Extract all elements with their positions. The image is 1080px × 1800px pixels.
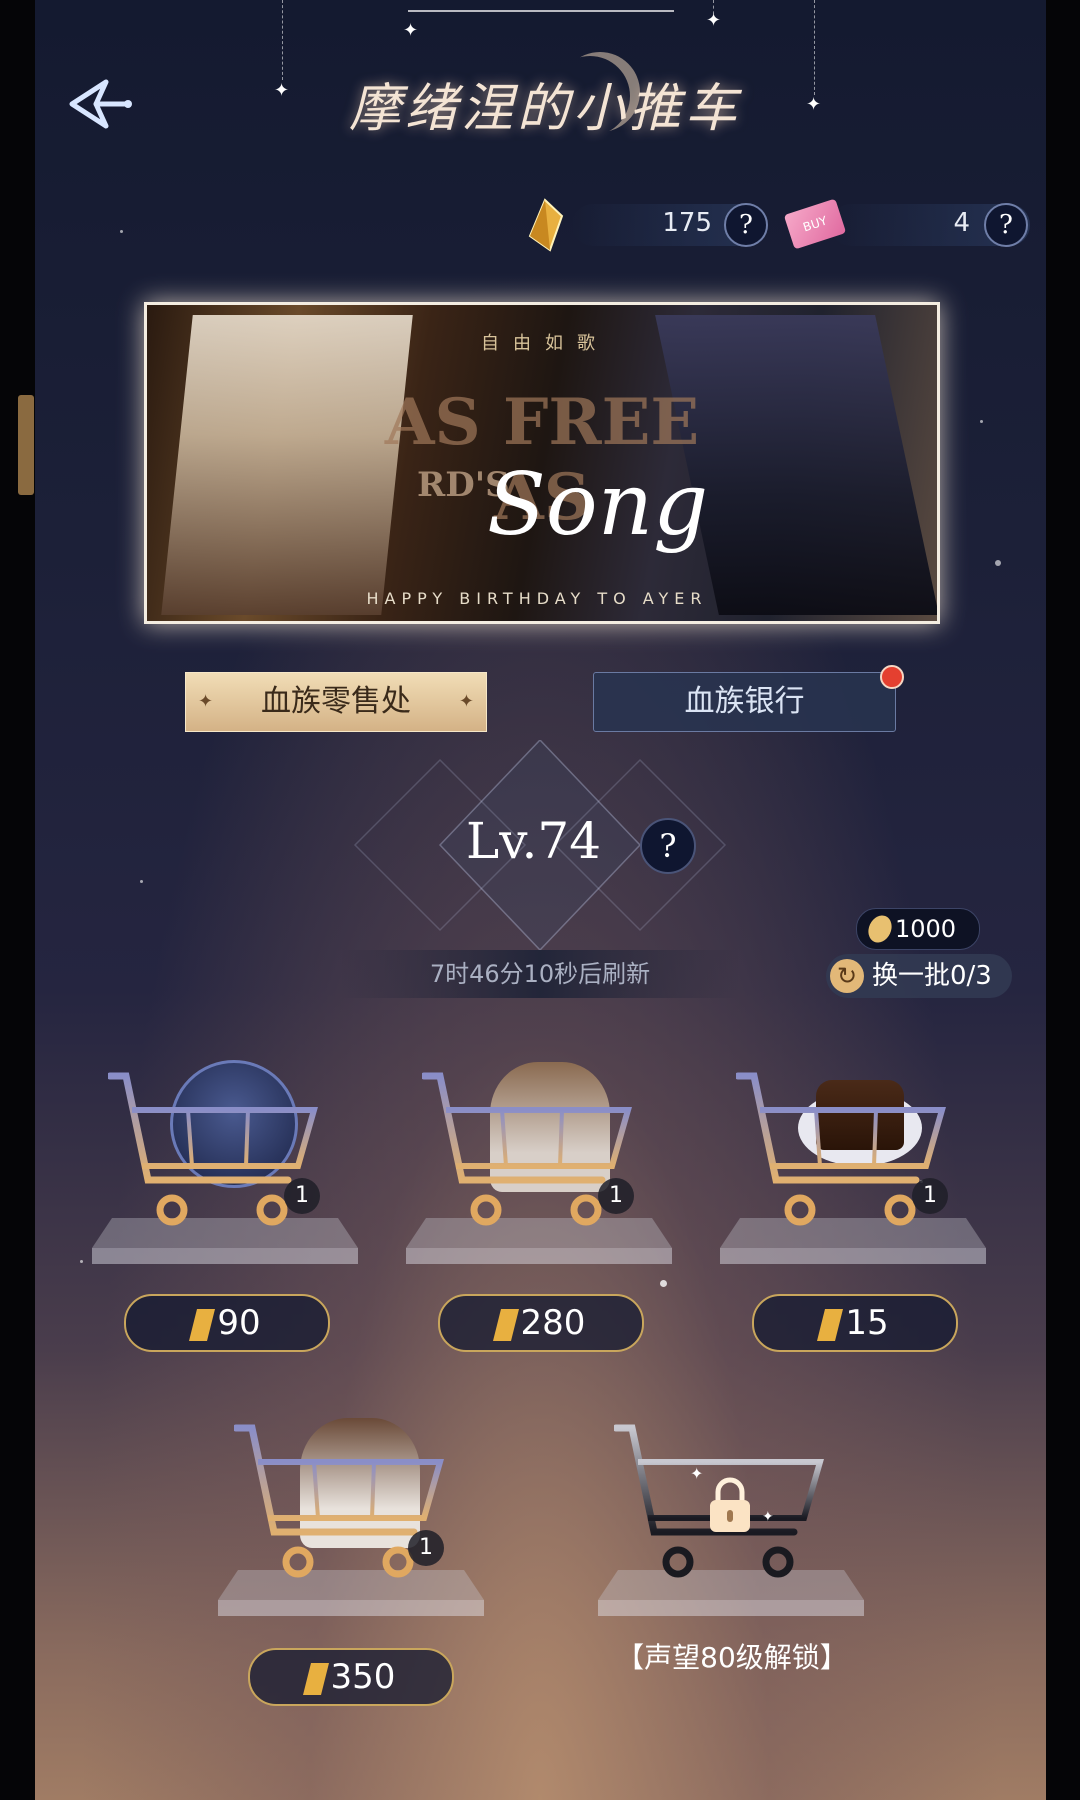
price-button[interactable]: 90 (124, 1294, 330, 1352)
level-help-button[interactable]: ? (640, 818, 696, 874)
item-quantity: 1 (284, 1178, 320, 1214)
coin-balance: 1000 (856, 908, 980, 950)
sparkle-icon: ✦ (403, 20, 419, 41)
star (80, 1260, 83, 1263)
gold-crystal-icon (302, 1662, 329, 1695)
star (980, 420, 983, 423)
tab-retail-label: 血族零售处 (261, 684, 411, 719)
gold-crystal-icon (492, 1308, 519, 1341)
gold-crystal-icon (189, 1308, 216, 1341)
right-edge (1046, 0, 1080, 1800)
crystal-help-button[interactable]: ? (724, 203, 768, 247)
banner-script-text: Song (487, 455, 709, 555)
sparkle-icon: ✦ (458, 691, 474, 712)
item-quantity: 1 (408, 1530, 444, 1566)
sparkle-icon: ✦ (706, 10, 722, 31)
crystal-count: 175 (662, 208, 712, 238)
level-value: Lv.74 (466, 812, 602, 870)
price-button[interactable]: 350 (248, 1648, 454, 1706)
shopping-cart-icon[interactable] (108, 1070, 318, 1240)
sparkle-icon: ✦ (198, 691, 214, 712)
refresh-timer: 7时46分10秒后刷新 (340, 950, 740, 998)
item-quantity: 1 (598, 1178, 634, 1214)
gold-crystal-icon (817, 1308, 844, 1341)
tab-retail[interactable]: ✦ 血族零售处 ✦ (185, 672, 487, 732)
star (995, 560, 1001, 566)
star (140, 880, 143, 883)
swap-batch-button[interactable]: ↻ 换一批0/3 (826, 954, 1012, 998)
ticket-count: 4 (953, 208, 970, 238)
sparkle-icon: ✦ (762, 1509, 774, 1525)
tab-bank[interactable]: 血族银行 (593, 672, 896, 732)
gold-crystal-icon (528, 198, 564, 252)
price-button[interactable]: 15 (752, 1294, 958, 1352)
ticket-icon: BUY (783, 198, 847, 250)
back-button[interactable] (66, 74, 138, 134)
banner-heading: 自由如歌 (481, 333, 609, 354)
sparkle-icon: ✦ (690, 1464, 704, 1483)
ticket-help-button[interactable]: ? (984, 203, 1028, 247)
shopping-cart-icon[interactable] (736, 1070, 946, 1240)
price-value: 350 (330, 1657, 396, 1697)
shopping-cart-icon[interactable] (234, 1422, 444, 1592)
coin-icon (864, 911, 896, 947)
lock-icon (710, 1477, 750, 1532)
star (120, 230, 123, 233)
shopping-cart-icon[interactable] (422, 1070, 632, 1240)
sparkle-icon: ✦ (806, 94, 822, 115)
refresh-icon: ↻ (830, 959, 864, 993)
hanging-line (814, 0, 816, 95)
price-value: 280 (520, 1303, 586, 1343)
page-title: 摩绪涅的小推车 (348, 79, 741, 139)
price-button[interactable]: 280 (438, 1294, 644, 1352)
price-value: 15 (845, 1303, 889, 1343)
price-value: 90 (217, 1303, 261, 1343)
item-quantity: 1 (912, 1178, 948, 1214)
event-banner[interactable]: 自由如歌 AS FREE AS RD'S Song HAPPY BIRTHDAY… (144, 302, 940, 624)
coin-balance-value: 1000 (895, 915, 957, 943)
tab-bank-label: 血族银行 (684, 684, 805, 719)
locked-slot-label: 【声望80级解锁】 (616, 1641, 848, 1674)
notification-dot (880, 665, 904, 689)
swap-batch-label: 换一批0/3 (872, 961, 992, 991)
side-widget[interactable] (18, 395, 34, 495)
screen: { "title": "摩绪涅的小推车", "currency": [ {"na… (0, 0, 1080, 1800)
banner-caption: HAPPY BIRTHDAY TO AYER (366, 589, 708, 608)
star (660, 1280, 667, 1287)
hanging-line (282, 0, 284, 80)
back-arrow-icon (69, 79, 132, 129)
left-edge (0, 0, 35, 1800)
top-handle (408, 10, 674, 12)
sparkle-icon: ✦ (274, 80, 290, 101)
